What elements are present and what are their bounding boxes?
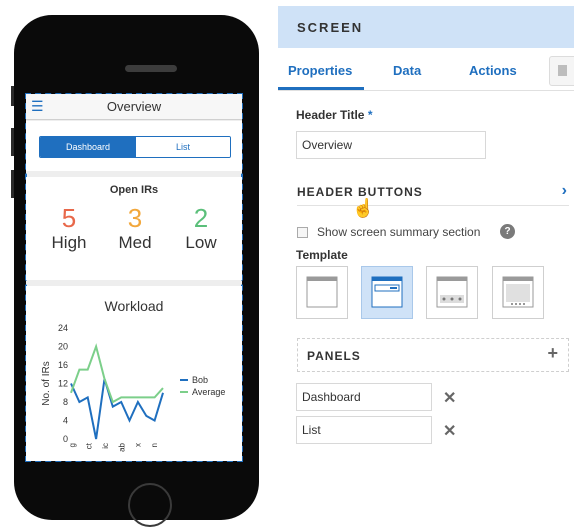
y-axis-label: No. of IRs bbox=[41, 361, 52, 405]
panel-title: SCREEN bbox=[297, 20, 364, 35]
ir-med-count: 3 bbox=[127, 203, 143, 233]
ir-med-label: Med bbox=[118, 233, 152, 252]
open-irs-title: Open IRs bbox=[109, 184, 159, 196]
template-option-4[interactable] bbox=[492, 266, 544, 319]
help-icon[interactable]: ? bbox=[500, 224, 515, 239]
ir-low-label: Low bbox=[185, 233, 217, 252]
y-tick-label: 12 bbox=[58, 379, 68, 389]
x-tick-label: ab bbox=[117, 442, 126, 451]
phone-side-button bbox=[11, 128, 14, 156]
app-title: Overview bbox=[106, 99, 162, 114]
phone-home-button bbox=[128, 483, 172, 527]
template-carousel-icon bbox=[502, 276, 534, 308]
ir-high: 5 High bbox=[39, 203, 99, 253]
phone-side-button bbox=[11, 170, 14, 198]
ir-high-count: 5 bbox=[61, 203, 77, 233]
template-option-3[interactable] bbox=[426, 266, 478, 319]
legend-label: Average bbox=[192, 387, 225, 397]
x-tick-label: n bbox=[150, 443, 159, 447]
template-option-1[interactable] bbox=[296, 266, 348, 319]
tab-properties[interactable]: Properties bbox=[288, 63, 352, 78]
tab-actions[interactable]: Actions bbox=[469, 63, 517, 78]
phone-screen[interactable]: ☰ Overview Dashboard List Open IRs 5 Hig… bbox=[25, 93, 243, 462]
ir-low: 2 Low bbox=[171, 203, 231, 253]
chevron-right-icon[interactable]: › bbox=[562, 182, 567, 200]
y-tick-label: 4 bbox=[63, 416, 68, 426]
tabs-card: Dashboard List bbox=[26, 121, 242, 171]
remove-panel-icon[interactable]: ✕ bbox=[443, 421, 456, 441]
legend-label: Bob bbox=[192, 375, 208, 385]
x-tick-label: ic bbox=[101, 443, 110, 449]
active-tab-indicator bbox=[278, 87, 364, 90]
template-tiles-icon bbox=[436, 276, 468, 308]
template-label: Template bbox=[296, 248, 348, 262]
tab-list[interactable]: List bbox=[136, 137, 230, 157]
add-panel-icon[interactable]: + bbox=[547, 343, 558, 364]
open-irs-card: Open IRs 5 High 3 Med 2 Low bbox=[26, 177, 242, 280]
x-tick-label: x bbox=[134, 443, 143, 447]
panels-title: PANELS bbox=[307, 349, 361, 363]
workload-card: Workload 0 4 8 12 16 20 24 No. of IRs g ct ic ab x n B… bbox=[26, 286, 242, 461]
series-line-average bbox=[70, 343, 164, 404]
y-tick-label: 20 bbox=[58, 342, 68, 352]
tab-dashboard[interactable]: Dashboard bbox=[40, 137, 136, 157]
ir-med: 3 Med bbox=[105, 203, 165, 253]
y-tick-label: 24 bbox=[58, 323, 68, 333]
x-tick-label: g bbox=[68, 443, 77, 447]
y-tick-label: 0 bbox=[63, 434, 68, 444]
header-buttons-title: HEADER BUTTONS bbox=[297, 185, 423, 199]
required-mark: * bbox=[367, 108, 373, 122]
header-buttons-section[interactable]: HEADER BUTTONS › bbox=[297, 179, 569, 206]
panel-tabs: Properties Data Actions bbox=[278, 48, 574, 91]
tab-data[interactable]: Data bbox=[393, 63, 421, 78]
panel-header: SCREEN bbox=[278, 6, 574, 48]
header-title-label-text: Header Title bbox=[296, 108, 365, 122]
template-summary-icon bbox=[371, 276, 403, 308]
panels-section: PANELS + bbox=[297, 338, 569, 372]
phone-speaker bbox=[125, 65, 177, 72]
workload-chart: 0 4 8 12 16 20 24 No. of IRs g ct ic ab x n Bob Average bbox=[41, 323, 225, 452]
series-line-bob bbox=[70, 378, 164, 440]
panel-item-input[interactable]: Dashboard bbox=[296, 383, 432, 411]
segmented-tabs: Dashboard List bbox=[39, 136, 231, 158]
show-summary-checkbox[interactable] bbox=[297, 227, 308, 238]
template-option-2[interactable] bbox=[361, 266, 413, 319]
show-summary-label: Show screen summary section bbox=[317, 225, 481, 239]
x-tick-label: ct bbox=[84, 442, 93, 449]
y-tick-label: 8 bbox=[63, 397, 68, 407]
panel-item-input[interactable]: List bbox=[296, 416, 432, 444]
document-icon[interactable] bbox=[549, 56, 574, 86]
app-header: ☰ Overview bbox=[26, 94, 242, 120]
hand-cursor-icon: ☝ bbox=[352, 198, 375, 218]
remove-panel-icon[interactable]: ✕ bbox=[443, 388, 456, 408]
ir-high-label: High bbox=[51, 233, 87, 252]
ir-low-count: 2 bbox=[193, 203, 209, 233]
template-blank-icon bbox=[306, 276, 338, 308]
phone-side-button bbox=[11, 86, 14, 106]
y-tick-label: 16 bbox=[58, 360, 68, 370]
header-title-label: Header Title * bbox=[296, 108, 373, 122]
header-title-input[interactable]: Overview bbox=[296, 131, 486, 159]
